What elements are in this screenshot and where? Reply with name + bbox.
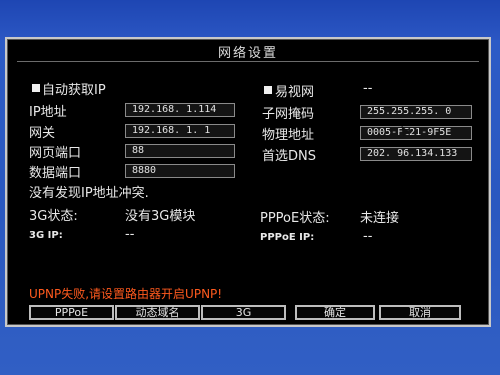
g3-button[interactable]: 3G bbox=[201, 305, 286, 320]
web-port-label: 网页端口 bbox=[29, 146, 82, 161]
ip-conflict-status: 没有发现IP地址冲突. bbox=[29, 186, 149, 201]
ip-address-field[interactable]: 192.168. 1.114 bbox=[125, 103, 235, 117]
g3-status-value: 没有3G模块 bbox=[125, 209, 196, 224]
subnet-label: 子网掩码 bbox=[262, 107, 315, 122]
g3-status-label: 3G状态: bbox=[29, 209, 78, 224]
dns-field[interactable]: 202. 96.134.133 bbox=[360, 147, 472, 161]
pppoe-ip-label: PPPoE IP: bbox=[260, 232, 315, 243]
ez-label: 易视网 bbox=[275, 85, 315, 100]
ez-checkbox[interactable] bbox=[264, 86, 272, 94]
pppoe-status-value: 未连接 bbox=[360, 211, 400, 226]
dialog-title: 网络设置 bbox=[217, 46, 278, 61]
dhcp-label: 自动获取IP bbox=[42, 83, 106, 98]
data-port-field[interactable]: 8880 bbox=[125, 164, 235, 178]
web-port-field[interactable]: 88 bbox=[125, 144, 235, 158]
g3-ip-label: 3G IP: bbox=[29, 230, 63, 241]
gateway-label: 网关 bbox=[29, 126, 56, 141]
dhcp-checkbox[interactable] bbox=[32, 84, 40, 92]
pppoe-button[interactable]: PPPoE bbox=[29, 305, 114, 320]
mac-label: 物理地址 bbox=[262, 128, 315, 143]
pppoe-ip-value: -- bbox=[363, 229, 373, 244]
ip-label: IP地址 bbox=[29, 105, 67, 120]
cancel-button[interactable]: 取消 bbox=[379, 305, 461, 320]
g3-ip-value: -- bbox=[125, 227, 135, 242]
data-port-label: 数据端口 bbox=[29, 166, 82, 181]
title-divider bbox=[17, 61, 479, 62]
subnet-mask-field[interactable]: 255.255.255. 0 bbox=[360, 105, 472, 119]
mac-address-field[interactable]: 0005-FE21-9F5E bbox=[360, 126, 472, 140]
pppoe-status-label: PPPoE状态: bbox=[260, 211, 330, 226]
top-bar bbox=[0, 0, 500, 40]
upnp-warning: UPNP失败,请设置路由器开启UPNP! bbox=[29, 287, 223, 301]
network-settings-dialog: 网络设置 自动获取IP IP地址 192.168. 1.114 网关 192.1… bbox=[5, 37, 491, 327]
dns-label: 首选DNS bbox=[262, 149, 316, 164]
ok-button[interactable]: 确定 bbox=[295, 305, 375, 320]
ddns-button[interactable]: 动态域名 bbox=[115, 305, 200, 320]
gateway-field[interactable]: 192.168. 1. 1 bbox=[125, 124, 235, 138]
ez-value: -- bbox=[363, 81, 373, 96]
